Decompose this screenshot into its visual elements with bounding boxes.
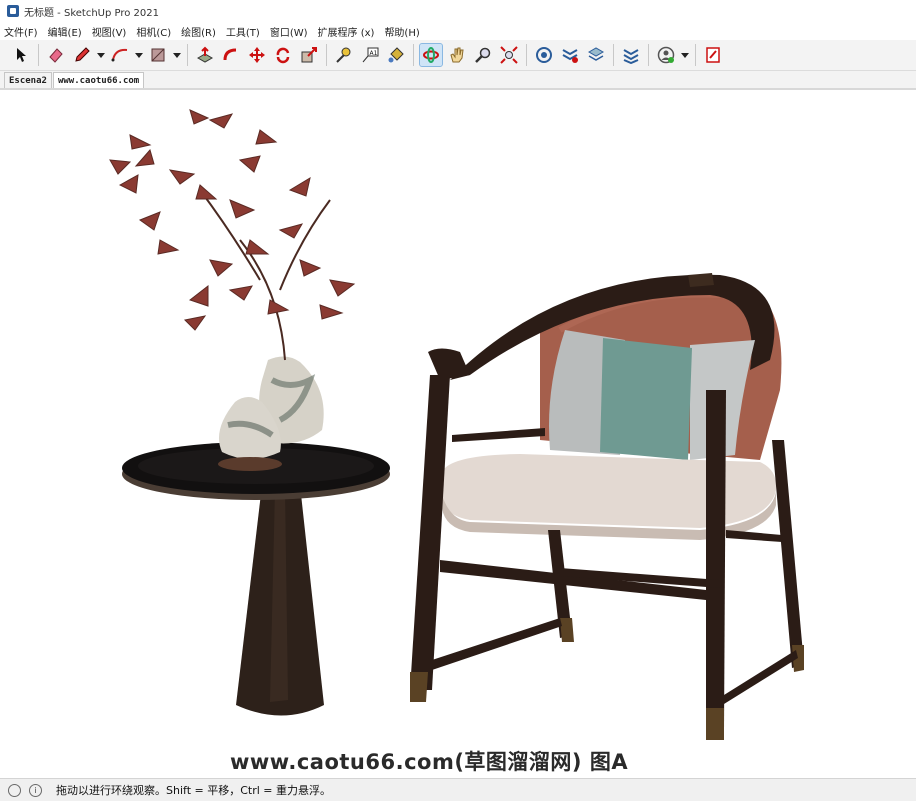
arc-tool-dropdown[interactable] [135,44,143,66]
text-tool-button[interactable]: A1 [359,44,381,66]
layout-send-button[interactable] [585,44,607,66]
tape-measure-icon [336,47,351,63]
menu-bar: 文件(F) 编辑(E) 视图(V) 相机(C) 绘图(R) 工具(T) 窗口(W… [0,22,916,40]
toolbar-separator [613,44,614,66]
title-bar: 无标题 - SketchUp Pro 2021 [0,0,916,23]
toolbar-separator [695,44,696,66]
orbit-icon [423,47,439,63]
geo-location-icon[interactable] [8,783,21,797]
extension-manager-button[interactable] [620,44,642,66]
select-tool-button[interactable] [10,44,32,66]
toolbar-separator [413,44,414,66]
arc-tool-button[interactable] [109,44,131,66]
arrow-cursor-icon [17,48,26,62]
zoom-extents-button[interactable] [498,44,520,66]
watermark-text: www.caotu66.com(草图溜溜网) 图A [230,750,629,774]
menu-draw[interactable]: 绘图(R) [181,24,216,39]
extension-warehouse-button[interactable] [559,44,581,66]
move-tool-button[interactable] [246,44,268,66]
eraser-icon [49,48,63,63]
arc-icon [111,48,128,62]
toolbar-separator [526,44,527,66]
text-label-icon: A1 [362,47,379,63]
3d-warehouse-button[interactable] [533,44,555,66]
rotate-tool-button[interactable] [272,44,294,66]
pencil-icon [75,47,90,62]
send-to-layout-button[interactable] [702,44,724,66]
eraser-tool-button[interactable] [45,44,67,66]
menu-help[interactable]: 帮助(H) [384,24,419,39]
menu-tools[interactable]: 工具(T) [226,24,260,39]
maple-branches [109,109,356,361]
extension-manager-icon [623,49,639,64]
pan-tool-button[interactable] [446,44,468,66]
info-icon[interactable]: i [29,783,42,797]
rectangle-icon [151,48,165,62]
side-table [122,442,390,716]
paint-bucket-icon [388,47,404,63]
move-arrows-icon [249,47,265,63]
scale-tool-button[interactable] [298,44,320,66]
layers-stack-icon [587,47,605,61]
push-pull-icon [196,46,214,63]
account-button[interactable] [655,44,677,66]
menu-window[interactable]: 窗口(W) [270,24,308,39]
zoom-tool-button[interactable] [472,44,494,66]
rectangle-tool-button[interactable] [147,44,169,66]
user-account-icon [657,46,675,64]
menu-extensions[interactable]: 扩展程序 (x) [318,24,375,39]
scene-tabs: Escena2 www.caotu66.com [0,71,916,88]
menu-edit[interactable]: 编辑(E) [48,24,82,39]
follow-me-tool-button[interactable] [220,44,242,66]
follow-me-icon [223,48,237,61]
account-dropdown[interactable] [681,44,689,66]
toolbar-separator [648,44,649,66]
warehouse-icon [536,47,552,63]
orbit-tool-button[interactable] [419,43,443,67]
armchair [410,273,804,740]
rotate-icon [276,47,290,64]
status-message: 拖动以进行环绕观察。Shift = 平移，Ctrl = 重力悬浮。 [56,784,331,797]
tab-escena2[interactable]: Escena2 [4,72,52,88]
tape-measure-tool-button[interactable] [333,44,355,66]
menu-view[interactable]: 视图(V) [92,24,127,39]
window-title: 无标题 - SketchUp Pro 2021 [24,7,159,19]
paint-bucket-tool-button[interactable] [385,44,407,66]
zoom-magnifier-icon [475,47,491,63]
status-bar: i 拖动以进行环绕观察。Shift = 平移，Ctrl = 重力悬浮。 [0,778,916,801]
layout-document-icon [706,47,720,63]
extension-warehouse-icon [562,49,578,63]
toolbar-separator [326,44,327,66]
push-pull-tool-button[interactable] [194,44,216,66]
hand-pan-icon [450,47,464,63]
svg-text:A1: A1 [370,50,378,57]
menu-camera[interactable]: 相机(C) [136,24,171,39]
rectangle-tool-dropdown[interactable] [173,44,181,66]
tab-website[interactable]: www.caotu66.com [52,72,145,88]
toolbar-separator [187,44,188,66]
toolbar-separator [38,44,39,66]
line-tool-button[interactable] [71,44,93,66]
sketchup-app-icon [7,5,19,17]
menu-file[interactable]: 文件(F) [4,24,38,39]
line-tool-dropdown[interactable] [97,44,105,66]
scene-render [109,109,804,740]
model-viewport[interactable]: www.caotu66.com(草图溜溜网) 图A [0,88,916,778]
main-toolbar: A1 [0,40,916,71]
scale-icon [301,47,317,63]
zoom-extents-icon [500,46,518,64]
